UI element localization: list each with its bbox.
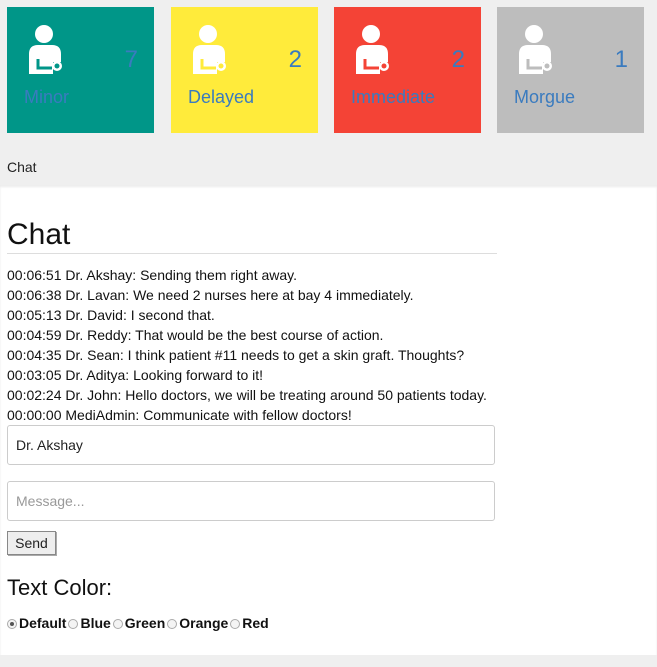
chat-message: 00:00:00 MediAdmin: Communicate with fel…: [7, 407, 352, 423]
tile-label: Immediate: [351, 87, 436, 107]
send-button[interactable]: Send: [7, 531, 56, 555]
radio-blue[interactable]: Blue: [68, 615, 111, 631]
radio-icon[interactable]: [167, 619, 178, 629]
tile-label: Minor: [24, 87, 70, 107]
patient-icon: [519, 25, 552, 74]
radio-icon[interactable]: [68, 619, 79, 629]
radio-red[interactable]: Red: [230, 615, 269, 631]
radio-orange[interactable]: Orange: [167, 615, 228, 631]
radio-checked-icon[interactable]: [7, 619, 17, 629]
triage-tiles: 7 Minor 2 Delayed 2 Immediate 1 Morgue: [0, 0, 657, 140]
chat-message: 00:04:35 Dr. Sean: I think patient #11 n…: [7, 347, 465, 363]
tile-count: 2: [288, 46, 302, 73]
title-divider: [7, 253, 497, 254]
patient-icon: [29, 25, 62, 74]
chat-message: 00:03:05 Dr. Aditya: Looking forward to …: [7, 367, 264, 383]
patient-icon: [193, 25, 226, 74]
radio-label: Red: [242, 615, 269, 631]
tile-label: Delayed: [188, 87, 255, 107]
chat-message: 00:06:51 Dr. Akshay: Sending them right …: [7, 267, 298, 283]
tile-count: 7: [124, 46, 138, 73]
radio-label: Blue: [80, 615, 111, 631]
name-field[interactable]: [7, 425, 495, 465]
radio-label: Green: [124, 615, 166, 631]
radio-label: Default: [19, 615, 67, 631]
tile-delayed[interactable]: 2 Delayed: [171, 7, 318, 133]
tile-count: 2: [451, 46, 465, 73]
tile-immediate[interactable]: 2 Immediate: [334, 7, 481, 133]
chat-message: 00:04:59 Dr. Reddy: That would be the be…: [7, 327, 384, 343]
tile-count: 1: [614, 46, 628, 73]
text-color-title: Text Color:: [7, 575, 113, 600]
radio-icon[interactable]: [230, 619, 241, 629]
chat-message: 00:02:24 Dr. John: Hello doctors, we wil…: [7, 387, 487, 403]
chat-panel: Chat 00:06:51 Dr. Akshay: Sending them r…: [0, 185, 657, 655]
text-color-options: Default Blue Green Orange Red: [7, 615, 271, 631]
chat-message: 00:05:13 Dr. David: I second that.: [7, 307, 215, 323]
chat-message: 00:06:38 Dr. Lavan: We need 2 nurses her…: [7, 287, 414, 303]
tile-minor[interactable]: 7 Minor: [7, 7, 154, 133]
patient-icon: [356, 25, 389, 74]
tile-morgue[interactable]: 1 Morgue: [497, 7, 644, 133]
radio-icon[interactable]: [112, 619, 123, 629]
page-title: Chat: [7, 218, 71, 251]
message-input[interactable]: [7, 481, 495, 521]
breadcrumb: Chat: [7, 159, 37, 175]
radio-label: Orange: [179, 615, 229, 631]
radio-green[interactable]: Green: [112, 615, 166, 631]
chat-messages: 00:06:51 Dr. Akshay: Sending them right …: [7, 265, 502, 425]
radio-default[interactable]: Default: [7, 615, 66, 631]
tile-label: Morgue: [514, 87, 576, 107]
